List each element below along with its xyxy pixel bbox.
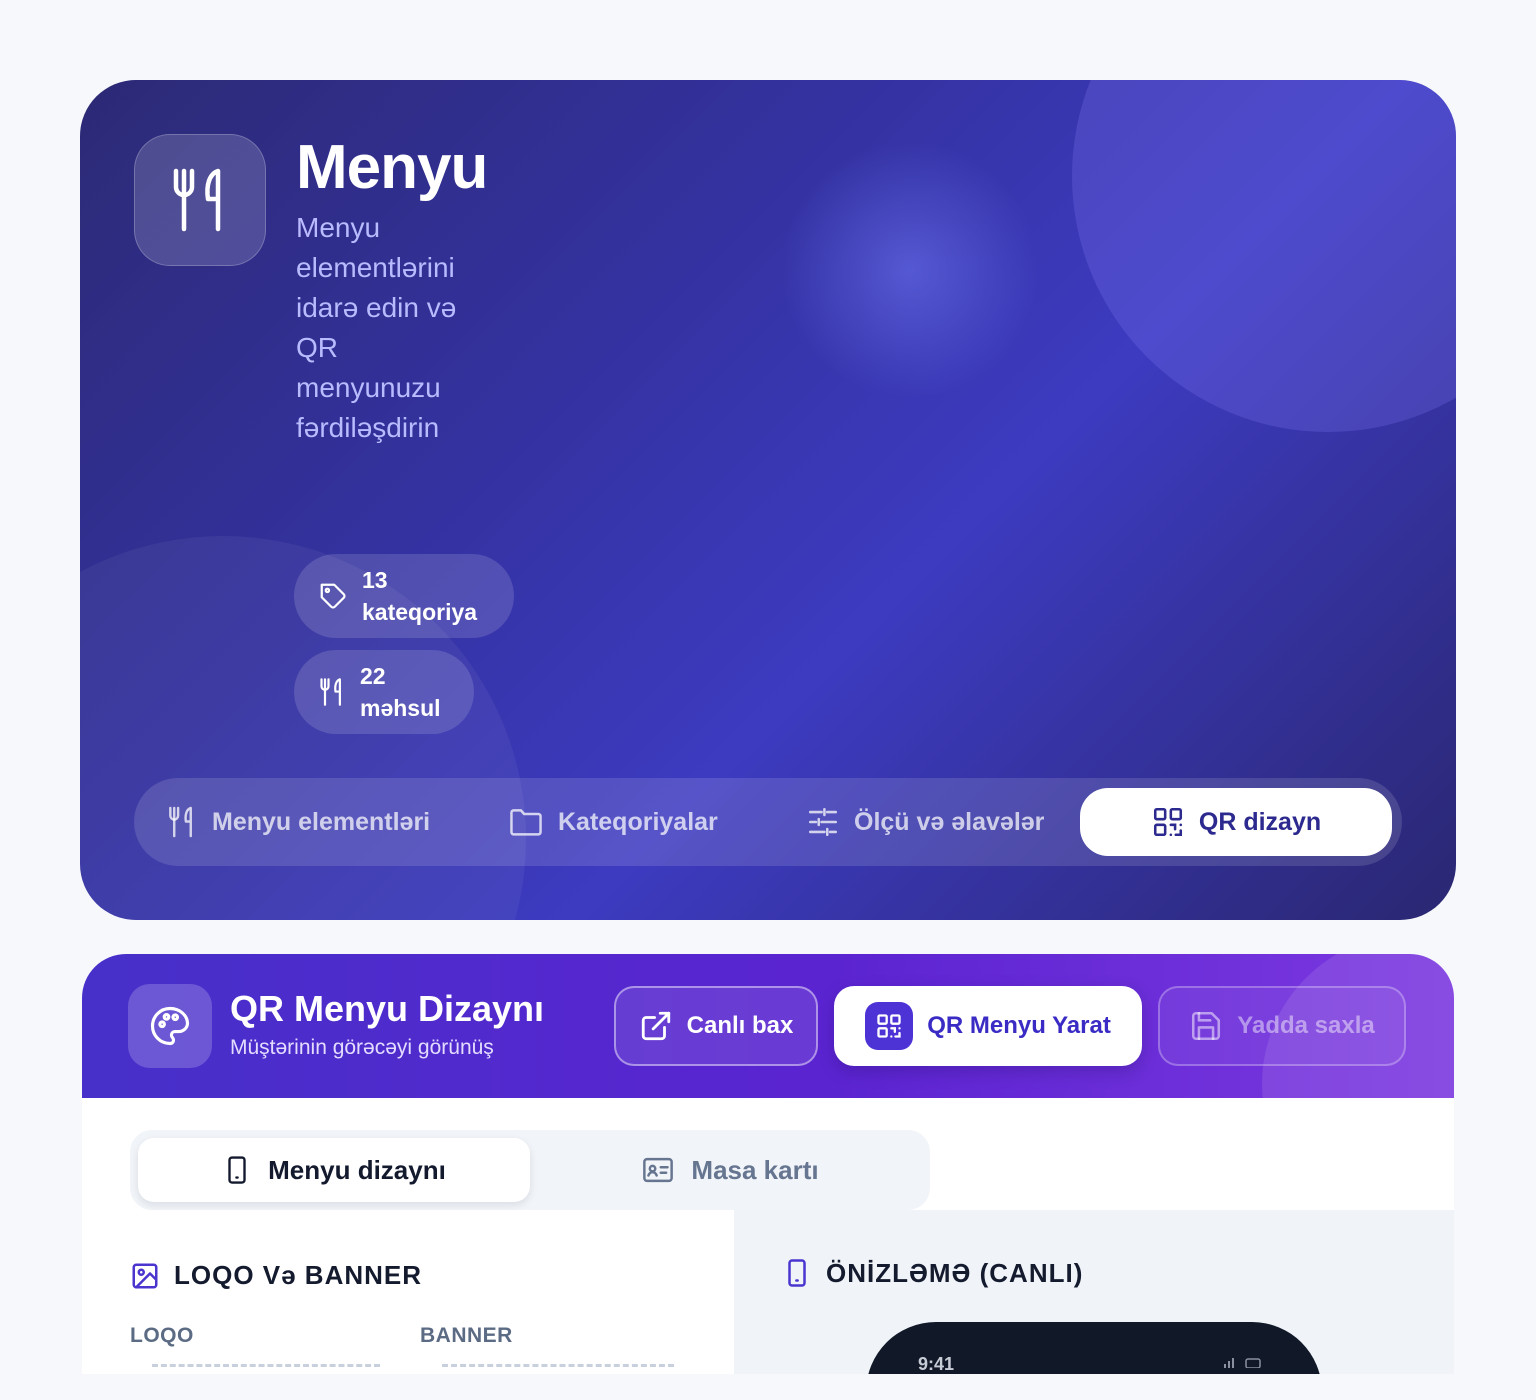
design-subtitle: Müştərinin görəcəyi görünüş <box>230 1036 494 1059</box>
button-label: Yadda saxla <box>1237 1012 1375 1039</box>
save-icon <box>1192 1011 1221 1041</box>
section-title-text: ÖNİZLƏMƏ (CANLI) <box>826 1257 1084 1288</box>
tab-menu-items[interactable]: Menyu elementləri <box>166 788 430 856</box>
create-qr-menu-button[interactable]: QR Menyu Yarat <box>834 986 1142 1066</box>
live-view-button[interactable]: Canlı bax <box>614 986 818 1066</box>
tab-label: Menyu elementləri <box>212 807 431 836</box>
design-mode-switch: Menyu dizaynı Masa kartı <box>130 1130 930 1210</box>
design-title: QR Menyu Dizaynı <box>230 988 545 1029</box>
decorative-circle <box>1072 80 1456 432</box>
preview-section-title: ÖNİZLƏMƏ (CANLI) <box>782 1256 1083 1290</box>
stat-number: 22 <box>360 663 386 689</box>
qr-code-icon <box>877 1014 901 1038</box>
segment-label: Masa kartı <box>691 1154 819 1185</box>
button-label: QR Menyu Yarat <box>927 1012 1111 1039</box>
palette-icon <box>150 1006 190 1046</box>
id-card-icon <box>643 1157 674 1183</box>
stat-categories: 13 kateqoriya <box>294 554 514 638</box>
tag-icon <box>320 583 346 609</box>
stat-products: 22 məhsul <box>294 650 474 734</box>
banner-upload-dropzone[interactable] <box>442 1364 674 1368</box>
banner-label: BANNER <box>420 1324 513 1347</box>
logo-upload-dropzone[interactable] <box>152 1364 380 1368</box>
folder-icon <box>510 809 542 836</box>
palette-icon-box <box>128 984 212 1068</box>
save-button[interactable]: Yadda saxla <box>1158 986 1406 1066</box>
segment-menu-design[interactable]: Menyu dizaynı <box>138 1138 530 1202</box>
section-title-text: LOQO Və BANNER <box>174 1260 423 1290</box>
page-subtitle: Menyu elementlərini idarə edin və QR men… <box>296 212 457 443</box>
stat-label: məhsul <box>360 695 441 721</box>
decorative-glow <box>780 140 1040 400</box>
fork-knife-icon <box>173 168 221 232</box>
tab-label: QR dizayn <box>1198 807 1322 836</box>
segment-label: Menyu dizaynı <box>268 1154 446 1185</box>
tab-label: Ölçü və əlavələr <box>854 807 1045 836</box>
design-header: QR Menyu Dizaynı Müştərinin görəcəyi gör… <box>82 954 1454 1098</box>
external-link-icon <box>641 1011 670 1041</box>
stat-label: kateqoriya <box>362 599 478 625</box>
menu-hero-card: Menyu Menyu elementlərini idarə edin və … <box>80 80 1456 920</box>
phone-icon <box>788 1259 806 1287</box>
logo-banner-section-title: LOQO Və BANNER <box>130 1260 422 1291</box>
page-title: Menyu <box>296 133 488 202</box>
button-label: Canlı bax <box>686 1012 794 1039</box>
stat-number: 13 <box>362 567 388 593</box>
phone-status-time: 9:41 <box>918 1354 955 1374</box>
menu-tabbar: Menyu elementləri Kateqoriyalar Ölçü və … <box>134 778 1402 866</box>
phone-preview: 9:41 <box>866 1322 1322 1374</box>
logo-label: LOQO <box>130 1324 194 1347</box>
fork-knife-icon <box>320 678 341 706</box>
segment-table-card[interactable]: Masa kartı <box>538 1138 922 1202</box>
menu-icon-box <box>134 134 266 266</box>
qr-icon-box <box>865 1002 914 1050</box>
tab-sizes-addons[interactable]: Ölçü və əlavələr <box>806 788 1044 856</box>
image-icon <box>132 1263 158 1288</box>
signal-battery-icon <box>1224 1358 1261 1368</box>
qr-code-icon <box>1153 807 1182 837</box>
qr-design-panel: QR Menyu Dizaynı Müştərinin görəcəyi gör… <box>82 954 1454 1374</box>
tab-qr-design[interactable]: QR dizayn <box>1080 788 1392 856</box>
phone-icon <box>228 1156 246 1184</box>
tab-label: Kateqoriyalar <box>558 807 718 836</box>
sliders-icon <box>808 807 838 837</box>
tab-categories[interactable]: Kateqoriyalar <box>508 788 718 856</box>
fork-knife-icon <box>169 806 192 838</box>
